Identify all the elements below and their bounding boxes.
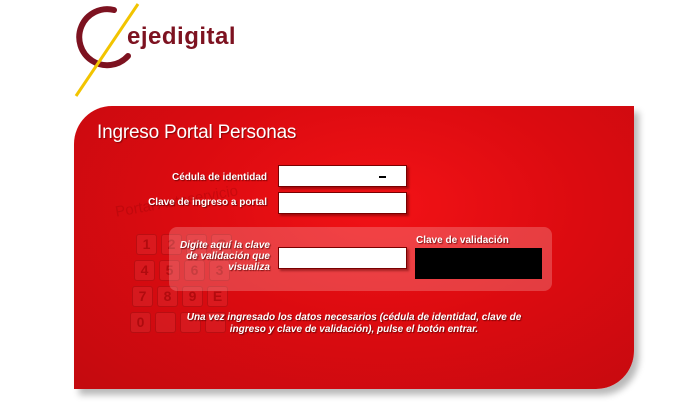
clave-label: Clave de ingreso a portal <box>148 197 267 208</box>
instructions-text: Una vez ingresado los datos necesarios (… <box>186 312 522 335</box>
logo-text: ejedigital <box>127 23 237 50</box>
keypad-key: 4 <box>134 260 155 281</box>
cedula-input[interactable] <box>278 165 407 187</box>
captcha-label: Clave de validación <box>416 235 509 246</box>
keypad-key: 0 <box>130 312 151 333</box>
validacion-prompt: Digite aquí la clave de validación que v… <box>179 240 270 273</box>
keypad-key: 7 <box>132 286 153 307</box>
captcha-image <box>415 248 542 279</box>
cedula-label: Cédula de identidad <box>171 172 267 183</box>
panel-title: Ingreso Portal Personas <box>97 122 297 143</box>
brand-logo[interactable]: ejedigital <box>70 0 270 100</box>
login-panel: Portal Autoservicio 123C4563789E0 Ingres… <box>74 106 634 389</box>
keypad-key <box>155 312 176 333</box>
clave-input[interactable] <box>278 192 407 214</box>
text-cursor-icon <box>379 176 386 178</box>
keypad-key: 1 <box>136 234 157 255</box>
validacion-input[interactable] <box>278 247 407 269</box>
login-page: ejedigital Portal Autoservicio 123C45637… <box>0 0 700 409</box>
